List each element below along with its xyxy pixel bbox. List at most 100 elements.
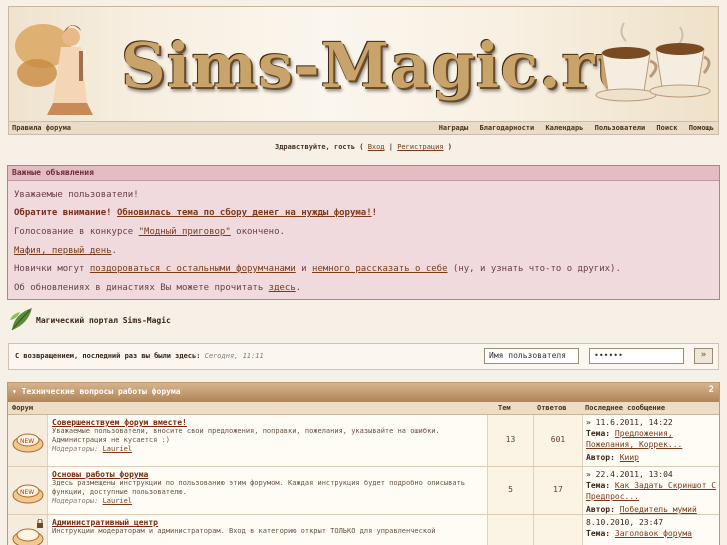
- last-visit-text: С возвращением, последний раз вы были зд…: [15, 352, 264, 360]
- about-self-link[interactable]: немного рассказать о себе: [312, 264, 447, 274]
- category-toggle[interactable]: 2: [709, 385, 714, 395]
- last-topic-label: Тема:: [586, 529, 611, 538]
- forum-row: NEW Совершенствуем форум вместе! Уважаем…: [8, 415, 719, 467]
- nav-calendar-link[interactable]: Календарь: [545, 124, 583, 132]
- nav-awards-link[interactable]: Награды: [439, 124, 469, 132]
- last-post-cell: » 11.6.2011, 14:22 Тема: Предложения, По…: [583, 415, 719, 466]
- col-replies: Ответов: [537, 404, 567, 412]
- login-bar: С возвращением, последний раз вы были зд…: [8, 343, 719, 370]
- dynasty-suffix: .: [295, 283, 302, 293]
- leaf-icon: [10, 308, 32, 331]
- forum-moderators: Модераторы: Lauriel: [52, 445, 483, 453]
- username-input[interactable]: Имя пользователя: [484, 348, 579, 364]
- last-author-link[interactable]: Победитель мумий: [620, 505, 697, 514]
- contest-suffix: окончено.: [230, 227, 285, 237]
- donation-topic-link[interactable]: Обновилась тема по сбору денег на нужды …: [117, 208, 372, 218]
- last-author-link[interactable]: Киир: [620, 453, 639, 462]
- announcement-attention: Обратите внимание!: [14, 208, 112, 218]
- nav-search-link[interactable]: Поиск: [656, 124, 677, 132]
- topics-count: 5: [488, 467, 534, 514]
- replies-count: 17: [534, 467, 583, 514]
- last-post-date: » 11.6.2011, 14:22: [586, 418, 673, 427]
- dynasty-prefix: Об обновлениях в династиях Вы можете про…: [14, 283, 269, 293]
- last-topic-link[interactable]: Заголовок форума: [615, 529, 692, 538]
- last-post-date: 8.10.2010, 23:47: [586, 518, 664, 527]
- announcement-line-2: Обратите внимание! Обновилась тема по сб…: [14, 208, 377, 218]
- newbies-suffix: (ну, и узнать что-то о других).: [447, 264, 621, 274]
- replies-count: [534, 515, 583, 545]
- replies-count: 601: [534, 415, 583, 466]
- nav-thanks-link[interactable]: Благодарности: [479, 124, 534, 132]
- collapse-icon[interactable]: ▾: [12, 387, 22, 396]
- col-forum: Форум: [12, 404, 34, 412]
- col-topics: Тем: [498, 404, 511, 412]
- forum-category-table: ▾ Технические вопросы работы форума 2 Фо…: [7, 382, 720, 545]
- forum-description: Уважаемые пользователи, вносите свои пре…: [52, 427, 440, 444]
- topics-count: 13: [488, 415, 534, 466]
- announcements-box: Важные объявления Уважаемые пользователи…: [7, 165, 720, 300]
- forum-info: Совершенствуем форум вместе! Уважаемые п…: [48, 415, 488, 466]
- welcome-suffix: ): [443, 143, 453, 151]
- welcome-prefix: Здравствуйте, гость (: [274, 143, 368, 151]
- col-last-post: Последнее сообщение: [585, 404, 666, 412]
- new-posts-icon: NEW: [12, 484, 44, 504]
- last-topic-label: Тема:: [586, 481, 611, 490]
- nav-members-link[interactable]: Пользователи: [595, 124, 646, 132]
- portal-link[interactable]: Магический портал Sims-Magic: [8, 306, 308, 334]
- site-banner[interactable]: Sims-Magic.ru: [8, 6, 719, 122]
- login-go-button[interactable]: »: [694, 348, 713, 364]
- last-post-cell: 8.10.2010, 23:47 Тема: Заголовок форума: [583, 515, 719, 545]
- mafia-link[interactable]: Мафия, первый день: [14, 246, 112, 256]
- moderator-link[interactable]: Lauriel: [103, 497, 133, 505]
- svg-text:NEW: NEW: [20, 489, 34, 496]
- mafia-suffix: .: [111, 246, 117, 256]
- svg-text:NEW: NEW: [20, 438, 34, 445]
- announcement-line-1: Уважаемые пользователи!: [14, 190, 139, 200]
- forum-row: NEW Основы работы форума Здесь размещены…: [8, 467, 719, 515]
- last-author-label: Автор:: [586, 505, 615, 514]
- greet-link[interactable]: поздороваться с остальными форумчанами: [90, 264, 296, 274]
- fairy-illustration-icon: [15, 24, 93, 115]
- last-visit-label: С возвращением, последний раз вы были зд…: [15, 352, 201, 360]
- forum-icon-cell: NEW: [8, 415, 48, 466]
- announcements-title: Важные объявления: [8, 166, 719, 181]
- forum-row: Административный центр Инструкции модера…: [8, 515, 719, 545]
- column-headers: Форум Тем Ответов Последнее сообщение: [8, 402, 719, 415]
- category-header[interactable]: ▾ Технические вопросы работы форума 2: [8, 383, 719, 402]
- forum-title-link[interactable]: Совершенствуем форум вместе!: [52, 418, 483, 427]
- announcement-exclaim: !: [371, 208, 378, 218]
- last-post-cell: » 22.4.2011, 13:04 Тема: Как Задать Скри…: [583, 467, 719, 514]
- login-link[interactable]: Вход: [368, 143, 385, 151]
- dynasty-link[interactable]: здесь: [269, 283, 296, 293]
- nav-rules-link[interactable]: Правила форума: [12, 124, 71, 132]
- moderators-label: Модераторы:: [52, 497, 99, 505]
- nav-help-link[interactable]: Помощь: [689, 124, 714, 132]
- forum-description: Инструкции модераторам и администраторам…: [52, 527, 436, 535]
- category-title: Технические вопросы работы форума: [21, 387, 181, 396]
- newbies-prefix: Новички могут: [14, 264, 90, 274]
- moderators-label: Модераторы:: [52, 445, 99, 453]
- announcement-line-6: Об обновлениях в династиях Вы можете про…: [14, 283, 301, 293]
- forum-title-link[interactable]: Административный центр: [52, 518, 483, 527]
- last-topic-label: Тема:: [586, 429, 611, 438]
- topics-count: [488, 515, 534, 545]
- announcement-line-3: Голосование в конкурсе "Модный приговор"…: [14, 227, 285, 237]
- contest-prefix: Голосование в конкурсе: [14, 227, 139, 237]
- lock-icon: [37, 519, 43, 528]
- forum-description: Здесь размещены инструкции по пользовани…: [52, 479, 466, 496]
- forum-icon-cell: NEW: [8, 467, 48, 514]
- new-posts-icon: NEW: [12, 433, 44, 453]
- moderator-link[interactable]: Lauriel: [103, 445, 133, 453]
- forum-title-link[interactable]: Основы работы форума: [52, 470, 483, 479]
- forum-moderators: Модераторы: Lauriel: [52, 497, 483, 505]
- contest-link[interactable]: "Модный приговор": [139, 227, 231, 237]
- announcement-line-4: Мафия, первый день.: [14, 246, 117, 256]
- register-link[interactable]: Регистрация: [397, 143, 443, 151]
- forum-info: Основы работы форума Здесь размещены инс…: [48, 467, 488, 514]
- forum-icon-cell: [8, 515, 48, 545]
- site-logo: Sims-Magic.ru: [121, 29, 642, 102]
- forum-info: Административный центр Инструкции модера…: [48, 515, 488, 545]
- last-author-label: Автор:: [586, 453, 615, 462]
- welcome-separator: |: [384, 143, 398, 151]
- password-input[interactable]: ••••••: [589, 348, 684, 364]
